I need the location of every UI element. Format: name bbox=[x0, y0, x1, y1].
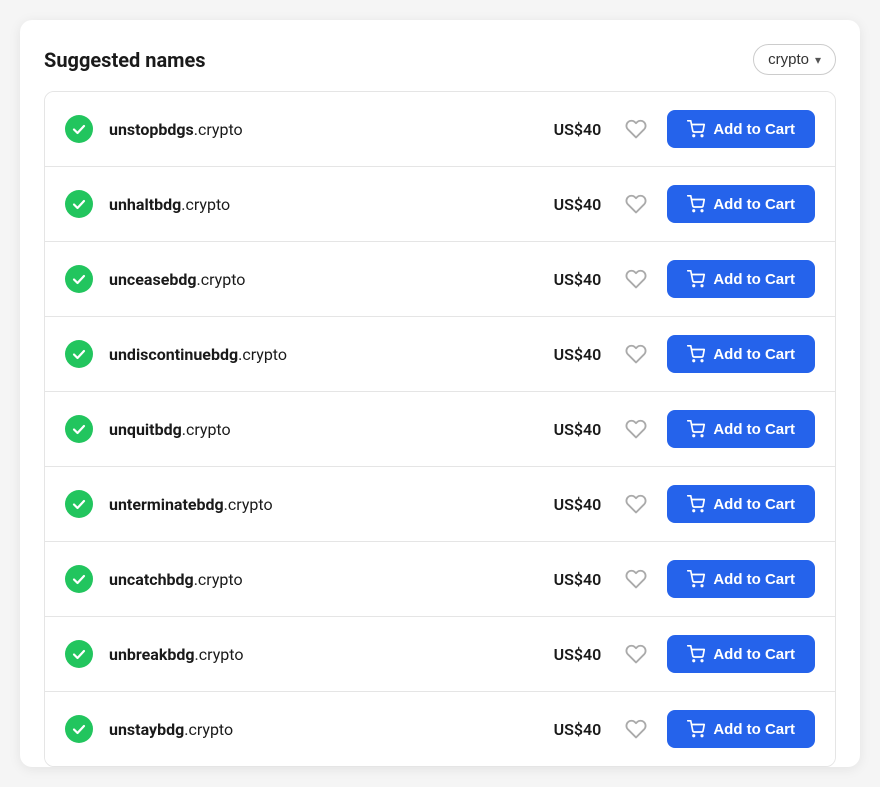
domain-row: unstaybdg.crypto US$40 Add to Cart bbox=[45, 692, 835, 766]
domain-row: unstopbdgs.crypto US$40 Add to Cart bbox=[45, 92, 835, 167]
domain-name: unbreakbdg.crypto bbox=[109, 645, 541, 664]
wishlist-button[interactable] bbox=[621, 639, 651, 669]
domain-price: US$40 bbox=[541, 120, 601, 139]
chevron-down-icon: ▾ bbox=[815, 53, 821, 67]
add-to-cart-button[interactable]: Add to Cart bbox=[667, 335, 815, 373]
domain-price: US$40 bbox=[541, 495, 601, 514]
domain-tld: .crypto bbox=[224, 495, 273, 514]
add-to-cart-button[interactable]: Add to Cart bbox=[667, 260, 815, 298]
domain-price: US$40 bbox=[541, 195, 601, 214]
wishlist-button[interactable] bbox=[621, 339, 651, 369]
add-to-cart-button[interactable]: Add to Cart bbox=[667, 710, 815, 748]
domain-row: unhaltbdg.crypto US$40 Add to Cart bbox=[45, 167, 835, 242]
filter-label: crypto bbox=[768, 51, 809, 68]
domain-name: unstopbdgs.crypto bbox=[109, 120, 541, 139]
domain-row: unbreakbdg.crypto US$40 Add to Cart bbox=[45, 617, 835, 692]
domain-bold-part: unstaybdg bbox=[109, 720, 184, 739]
available-check-icon bbox=[65, 715, 93, 743]
domain-name: unhaltbdg.crypto bbox=[109, 195, 541, 214]
domain-row: unquitbdg.crypto US$40 Add to Cart bbox=[45, 392, 835, 467]
available-check-icon bbox=[65, 115, 93, 143]
available-check-icon bbox=[65, 265, 93, 293]
domain-tld: .crypto bbox=[195, 645, 244, 664]
domain-bold-part: unquitbdg bbox=[109, 420, 182, 439]
add-to-cart-button[interactable]: Add to Cart bbox=[667, 560, 815, 598]
add-to-cart-label: Add to Cart bbox=[713, 721, 795, 738]
domain-tld: .crypto bbox=[196, 270, 245, 289]
domain-name: unquitbdg.crypto bbox=[109, 420, 541, 439]
available-check-icon bbox=[65, 415, 93, 443]
domain-bold-part: uncatchbdg bbox=[109, 570, 194, 589]
domain-bold-part: undiscontinuebdg bbox=[109, 345, 238, 364]
add-to-cart-label: Add to Cart bbox=[713, 421, 795, 438]
domain-price: US$40 bbox=[541, 570, 601, 589]
domain-name: uncatchbdg.crypto bbox=[109, 570, 541, 589]
wishlist-button[interactable] bbox=[621, 189, 651, 219]
domain-row: unceasebdg.crypto US$40 Add to Cart bbox=[45, 242, 835, 317]
domain-price: US$40 bbox=[541, 720, 601, 739]
domain-tld: .crypto bbox=[181, 195, 230, 214]
add-to-cart-label: Add to Cart bbox=[713, 496, 795, 513]
domain-price: US$40 bbox=[541, 345, 601, 364]
domain-bold-part: unhaltbdg bbox=[109, 195, 181, 214]
domain-tld: .crypto bbox=[238, 345, 287, 364]
domain-tld: .crypto bbox=[194, 570, 243, 589]
wishlist-button[interactable] bbox=[621, 114, 651, 144]
add-to-cart-label: Add to Cart bbox=[713, 571, 795, 588]
available-check-icon bbox=[65, 190, 93, 218]
domain-price: US$40 bbox=[541, 645, 601, 664]
wishlist-button[interactable] bbox=[621, 414, 651, 444]
available-check-icon bbox=[65, 640, 93, 668]
add-to-cart-label: Add to Cart bbox=[713, 346, 795, 363]
available-check-icon bbox=[65, 565, 93, 593]
domain-bold-part: unterminatebdg bbox=[109, 495, 224, 514]
available-check-icon bbox=[65, 490, 93, 518]
domain-bold-part: unceasebdg bbox=[109, 270, 196, 289]
domain-name: unterminatebdg.crypto bbox=[109, 495, 541, 514]
domain-row: unterminatebdg.crypto US$40 Add to Cart bbox=[45, 467, 835, 542]
add-to-cart-label: Add to Cart bbox=[713, 271, 795, 288]
domain-tld: .crypto bbox=[194, 120, 243, 139]
domain-name: undiscontinuebdg.crypto bbox=[109, 345, 541, 364]
add-to-cart-label: Add to Cart bbox=[713, 196, 795, 213]
domain-row: undiscontinuebdg.crypto US$40 Add to Car… bbox=[45, 317, 835, 392]
panel-title: Suggested names bbox=[44, 48, 206, 72]
wishlist-button[interactable] bbox=[621, 489, 651, 519]
suggested-names-panel: Suggested names crypto ▾ unstopbdgs.cryp… bbox=[20, 20, 860, 767]
domain-price: US$40 bbox=[541, 420, 601, 439]
wishlist-button[interactable] bbox=[621, 714, 651, 744]
domain-bold-part: unstopbdgs bbox=[109, 120, 194, 139]
wishlist-button[interactable] bbox=[621, 564, 651, 594]
domain-bold-part: unbreakbdg bbox=[109, 645, 195, 664]
filter-badge-button[interactable]: crypto ▾ bbox=[753, 44, 836, 75]
domain-tld: .crypto bbox=[184, 720, 233, 739]
domain-name: unstaybdg.crypto bbox=[109, 720, 541, 739]
add-to-cart-label: Add to Cart bbox=[713, 646, 795, 663]
domain-row: uncatchbdg.crypto US$40 Add to Cart bbox=[45, 542, 835, 617]
add-to-cart-button[interactable]: Add to Cart bbox=[667, 110, 815, 148]
add-to-cart-button[interactable]: Add to Cart bbox=[667, 185, 815, 223]
add-to-cart-button[interactable]: Add to Cart bbox=[667, 635, 815, 673]
panel-header: Suggested names crypto ▾ bbox=[44, 44, 836, 75]
wishlist-button[interactable] bbox=[621, 264, 651, 294]
add-to-cart-button[interactable]: Add to Cart bbox=[667, 410, 815, 448]
add-to-cart-label: Add to Cart bbox=[713, 121, 795, 138]
add-to-cart-button[interactable]: Add to Cart bbox=[667, 485, 815, 523]
domain-price: US$40 bbox=[541, 270, 601, 289]
domain-tld: .crypto bbox=[182, 420, 231, 439]
domain-name: unceasebdg.crypto bbox=[109, 270, 541, 289]
available-check-icon bbox=[65, 340, 93, 368]
domain-list: unstopbdgs.crypto US$40 Add to Cart unha… bbox=[44, 91, 836, 767]
